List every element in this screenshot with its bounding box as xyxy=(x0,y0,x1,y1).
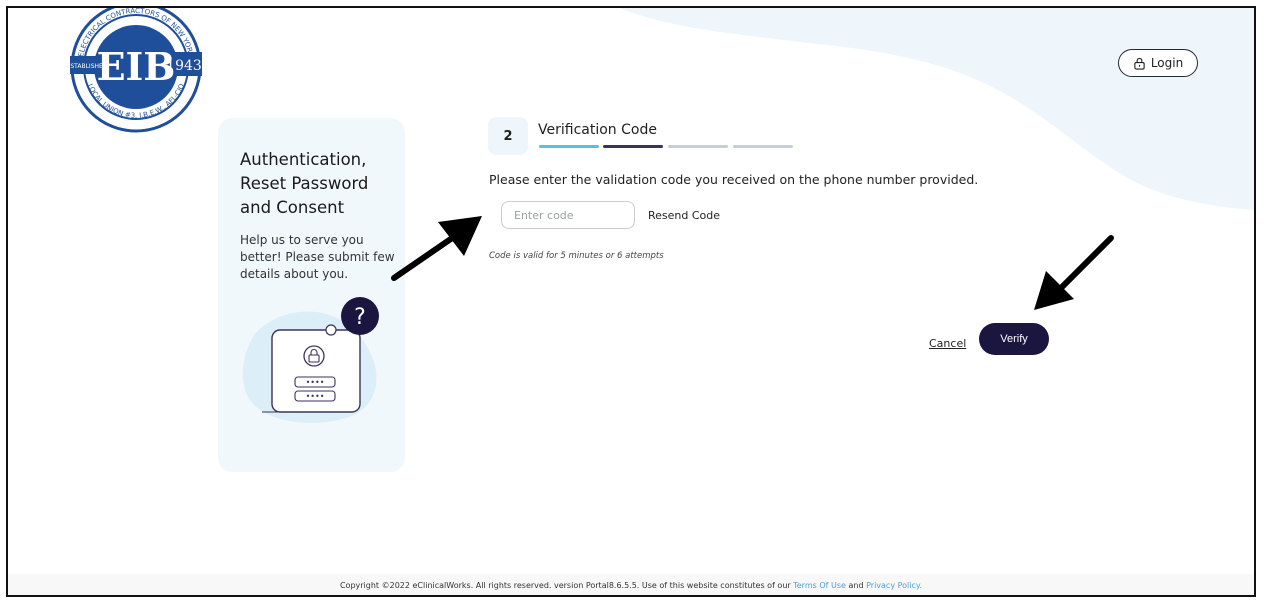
info-card-title: Authentication, Reset Password and Conse… xyxy=(240,150,369,217)
instruction-text: Please enter the validation code you rec… xyxy=(489,172,979,187)
logo-monogram: EIB xyxy=(97,44,176,89)
code-input[interactable] xyxy=(501,201,635,229)
svg-text:••••: •••• xyxy=(306,392,325,401)
progress-segment-3 xyxy=(668,145,728,148)
security-illustration: •••• •••• ? xyxy=(242,297,379,423)
logo: ESTABLISHED 1943 EIB ELECTRICAL CONTRACT… xyxy=(67,8,202,133)
step-label: Verification Code xyxy=(538,122,657,138)
validity-note: Code is valid for 5 minutes or 6 attempt… xyxy=(489,251,664,261)
footer-copyright: Copyright ©2022 eClinicalWorks. All righ… xyxy=(339,581,791,590)
progress-segment-2 xyxy=(603,145,663,148)
page-frame: ESTABLISHED 1943 EIB ELECTRICAL CONTRACT… xyxy=(6,6,1256,597)
login-label: Login xyxy=(1150,56,1184,70)
footer-and: and xyxy=(848,581,864,590)
verify-button[interactable]: Verify xyxy=(979,323,1049,355)
step-number: 2 xyxy=(488,117,528,155)
svg-text:••••: •••• xyxy=(306,378,325,387)
resend-code-link[interactable]: Resend Code xyxy=(648,209,720,222)
terms-of-use-link[interactable]: Terms Of Use xyxy=(793,581,846,590)
footer: Copyright ©2022 eClinicalWorks. All righ… xyxy=(8,574,1254,595)
progress-segment-4 xyxy=(733,145,793,148)
cancel-link[interactable]: Cancel xyxy=(929,337,966,350)
info-card-text: Help us to serve you better! Please subm… xyxy=(240,233,395,281)
privacy-policy-link[interactable]: Privacy Policy. xyxy=(866,581,922,590)
lock-icon xyxy=(1134,57,1145,70)
progress-segment-1 xyxy=(539,145,599,148)
question-icon: ? xyxy=(354,305,366,330)
info-card: Authentication, Reset Password and Conse… xyxy=(218,118,405,472)
login-button[interactable]: Login xyxy=(1118,49,1198,77)
